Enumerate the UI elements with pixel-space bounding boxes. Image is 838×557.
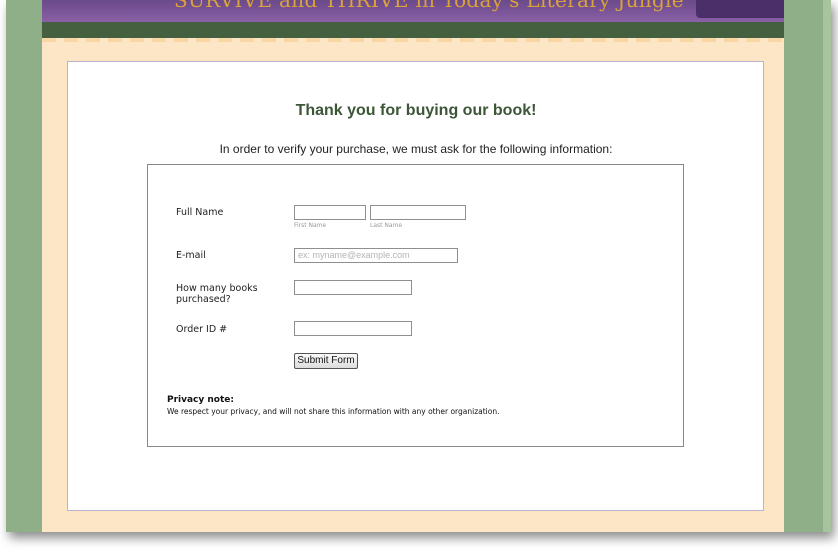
email-input[interactable]: ex: myname@example.com (294, 248, 458, 263)
banner-title: SURVIVE and THRIVE in Today's Literary J… (174, 0, 684, 12)
first-name-sublabel: First Name (294, 222, 327, 229)
intro-text: In order to verify your purchase, we mus… (219, 142, 613, 156)
books-purchased-input[interactable] (294, 280, 412, 295)
page-title: Thank you for buying our book! (295, 102, 537, 119)
last-name-sublabel: Last Name (370, 222, 403, 229)
header-banner: SURVIVE and THRIVE in Today's Literary J… (42, 0, 784, 22)
email-label: E-mail (176, 250, 206, 261)
privacy-text: We respect your privacy, and will not sh… (167, 407, 500, 416)
first-name-input[interactable] (294, 205, 366, 220)
last-name-input[interactable] (370, 205, 466, 220)
decorative-border (42, 38, 784, 42)
submit-button[interactable]: Submit Form (294, 353, 358, 369)
banner-tab (696, 0, 784, 18)
frame-edge (823, 0, 831, 532)
full-name-label: Full Name (176, 207, 224, 218)
privacy-heading: Privacy note: (167, 395, 234, 405)
order-id-input[interactable] (294, 321, 412, 336)
books-purchased-label: How many books purchased? (176, 283, 258, 305)
order-id-label: Order ID # (176, 324, 228, 335)
nav-band (42, 22, 784, 38)
